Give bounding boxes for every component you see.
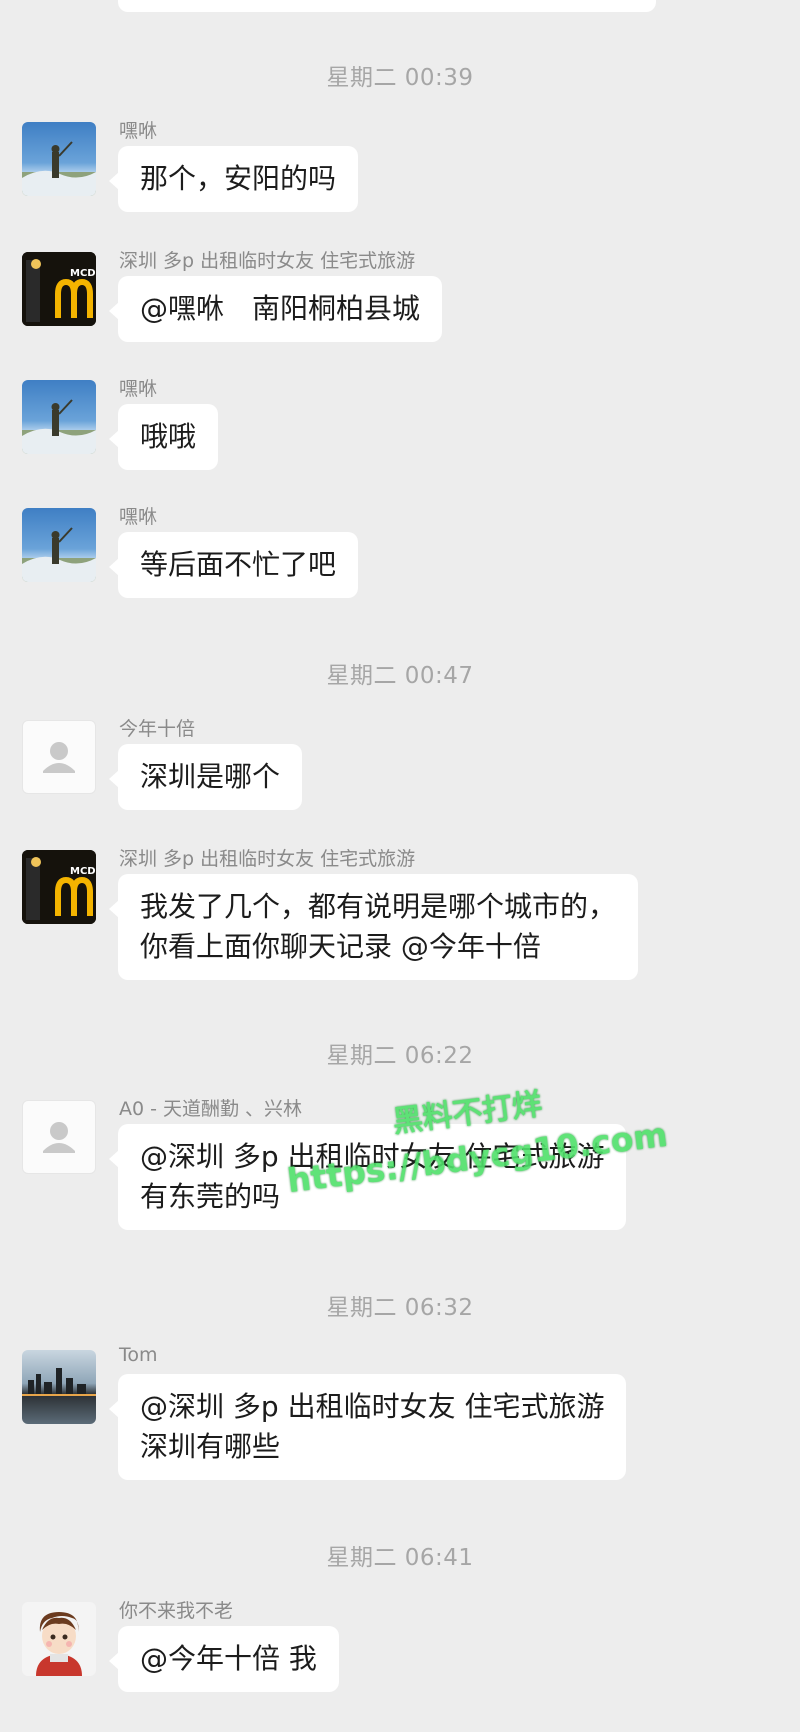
landscape-avatar[interactable] <box>22 508 96 582</box>
landscape-avatar[interactable] <box>22 122 96 196</box>
message-bubble[interactable]: @嘿咻 南阳桐柏县城 <box>108 276 443 342</box>
message-line: @今年十倍 我 <box>140 1642 317 1675</box>
landscape-avatar-image <box>22 399 96 454</box>
message-bubble[interactable]: 等后面不忙了吧 <box>108 532 359 598</box>
sender-name: 深圳 多p 出租临时女友 住宅式旅游 <box>119 848 416 870</box>
message-line: 深圳是哪个 <box>140 760 281 793</box>
sender-name: 嘿咻 <box>119 378 158 400</box>
sender-name: 嘿咻 <box>119 120 158 142</box>
message-bubble[interactable]: @今年十倍 我 <box>109 1626 339 1692</box>
mcdonalds-logo-icon: MCD <box>22 850 96 924</box>
message-bubble[interactable]: @深圳 多p 出租临时女友 住宅式旅游 深圳有哪些 <box>108 1374 627 1480</box>
user-silhouette-icon <box>43 742 75 773</box>
message-line: @嘿咻 南阳桐柏县城 <box>140 292 421 325</box>
mcdonalds-avatar[interactable]: MCD <box>22 850 96 924</box>
timestamp: 星期二 06:41 <box>326 1545 474 1571</box>
timestamp: 星期二 06:22 <box>326 1043 474 1069</box>
sender-name: 深圳 多p 出租临时女友 住宅式旅游 <box>119 250 416 272</box>
user-silhouette-icon <box>43 1122 75 1153</box>
sender-name: 你不来我不老 <box>119 1600 234 1622</box>
message-bubble[interactable]: 我发了几个，都有说明是哪个城市的， 你看上面你聊天记录 @今年十倍 <box>108 874 639 980</box>
landscape-avatar-image <box>22 141 96 196</box>
landscape-avatar[interactable] <box>22 380 96 454</box>
message-line: 那个，安阳的吗 <box>140 162 337 195</box>
message-line: 哦哦 <box>140 420 197 453</box>
cartoon-avatar[interactable] <box>22 1602 96 1676</box>
message-line: @深圳 多p 出租临时女友 住宅式旅游 <box>140 1390 605 1423</box>
timestamp: 星期二 00:47 <box>326 663 474 689</box>
previous-message-bubble[interactable] <box>118 0 656 12</box>
message-line: 深圳有哪些 <box>140 1430 281 1463</box>
message-line: 等后面不忙了吧 <box>140 548 337 581</box>
landscape-avatar-image <box>22 527 96 582</box>
mcdonalds-avatar[interactable]: MCD <box>22 252 96 326</box>
message-bubble[interactable]: 深圳是哪个 <box>108 744 303 810</box>
message-line: 你看上面你聊天记录 @今年十倍 <box>140 930 541 963</box>
timestamp: 星期二 00:39 <box>326 65 474 91</box>
default-avatar[interactable] <box>22 1100 96 1174</box>
city-avatar[interactable] <box>22 1350 96 1424</box>
sender-name: A0 - 天道酬勤 、兴林 <box>119 1098 303 1120</box>
sender-name: 嘿咻 <box>119 506 158 528</box>
message-line: 我发了几个，都有说明是哪个城市的， <box>140 890 617 923</box>
message-bubble[interactable]: 那个，安阳的吗 <box>108 146 359 212</box>
timestamp: 星期二 06:32 <box>326 1295 474 1321</box>
logo-text: MCD <box>70 866 96 877</box>
default-avatar[interactable] <box>22 720 96 794</box>
city-skyline-image <box>22 1368 96 1396</box>
message-bubble[interactable]: 哦哦 <box>108 404 219 470</box>
sender-name: Tom <box>119 1344 158 1366</box>
cartoon-boy-image <box>36 1612 82 1676</box>
mcdonalds-logo-icon: MCD <box>22 252 96 326</box>
sender-name: 今年十倍 <box>119 718 196 740</box>
logo-text: MCD <box>70 268 96 279</box>
